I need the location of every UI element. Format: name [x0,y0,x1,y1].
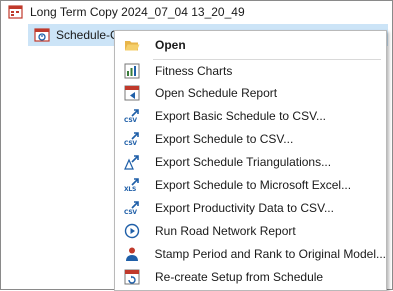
menu-item-open-schedule-report[interactable]: Open Schedule Report [115,82,386,104]
menu-item-label: Export Schedule to CSV... [155,132,294,146]
menu-item-label: Open Schedule Report [155,86,278,100]
export-xls-icon: XLS [124,177,140,193]
export-csv-icon: CSV [124,108,140,124]
menu-item-recreate-setup[interactable]: Re-create Setup from Schedule [115,266,386,288]
menu-item-label: Open [155,38,186,52]
schedule-folder-icon [8,4,24,20]
menu-item-stamp-period-rank[interactable]: Stamp Period and Rank to Original Model.… [115,243,386,265]
export-csv-icon: CSV [124,131,140,147]
menu-item-open[interactable]: Open [115,34,386,56]
menu-item-label: Stamp Period and Rank to Original Model.… [154,247,386,261]
export-csv-icon: CSV [124,200,140,216]
triangulation-export-icon [124,154,140,170]
tree-item-long-term-copy[interactable]: Long Term Copy 2024_07_04 13_20_49 [8,2,245,22]
tree-item-label: Schedule-C [56,28,119,42]
menu-item-label: Export Schedule Triangulations... [155,155,332,169]
play-circle-icon [124,223,140,239]
menu-item-run-road-network-report[interactable]: Run Road Network Report [115,220,386,242]
schedule-icon [34,27,50,43]
menu-item-export-basic-csv[interactable]: CSV Export Basic Schedule to CSV... [115,105,386,127]
context-menu: Open Fitness Charts Open Schedule Report… [114,30,387,291]
menu-item-export-excel[interactable]: XLS Export Schedule to Microsoft Excel..… [115,174,386,196]
menu-item-label: Fitness Charts [155,64,233,78]
menu-item-label: Export Schedule to Microsoft Excel... [155,178,352,192]
chart-icon [124,63,140,79]
menu-item-fitness-charts[interactable]: Fitness Charts [115,60,386,82]
menu-item-label: Re-create Setup from Schedule [155,270,324,284]
menu-item-export-schedule-csv[interactable]: CSV Export Schedule to CSV... [115,128,386,150]
menu-item-export-triangulations[interactable]: Export Schedule Triangulations... [115,151,386,173]
menu-item-label: Run Road Network Report [155,224,296,238]
person-icon [124,246,140,262]
menu-item-label: Export Productivity Data to CSV... [155,201,334,215]
tree-item-label: Long Term Copy 2024_07_04 13_20_49 [30,5,245,19]
report-icon [124,85,140,101]
menu-item-label: Export Basic Schedule to CSV... [155,109,326,123]
folder-open-icon [124,37,140,53]
menu-item-export-productivity-csv[interactable]: CSV Export Productivity Data to CSV... [115,197,386,219]
recreate-setup-icon [124,269,140,285]
